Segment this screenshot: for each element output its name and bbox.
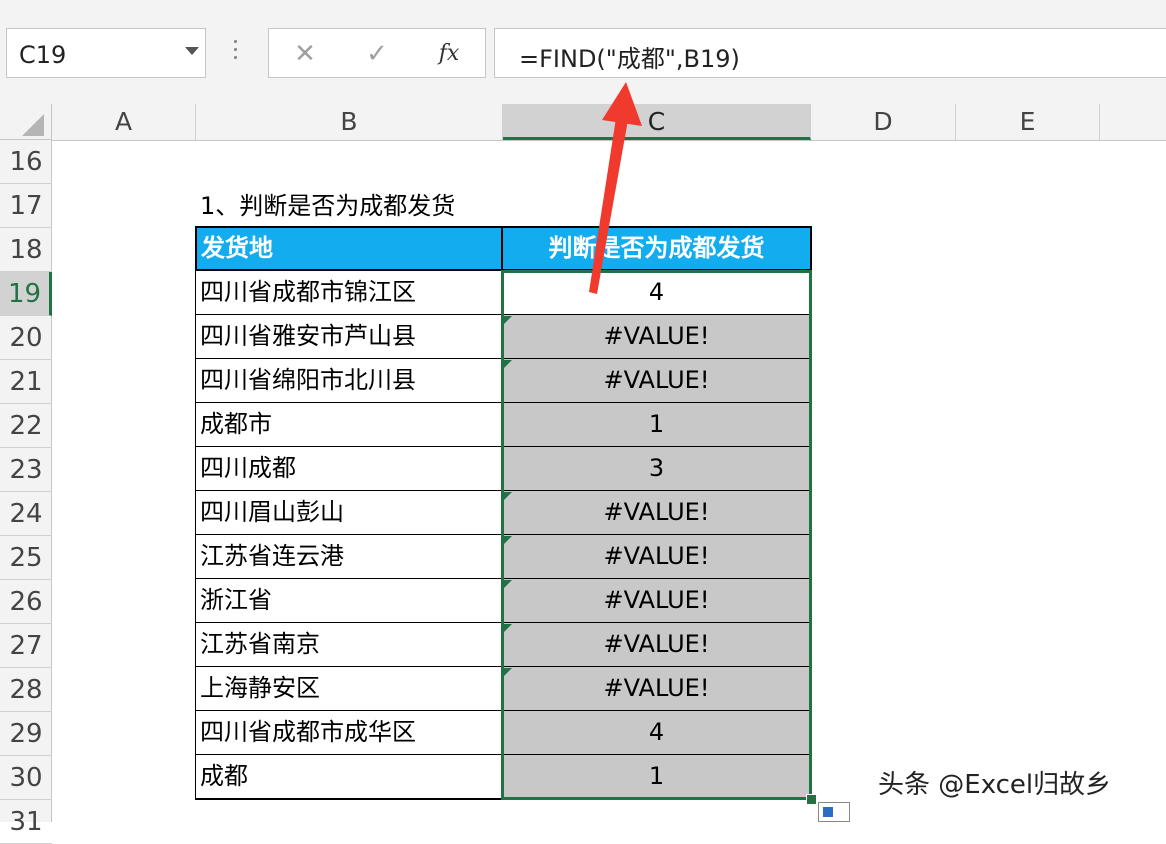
arrow-head [602,82,642,126]
watermark: 头条 @Excel归故乡 [878,770,1112,800]
annotation-arrow [589,82,642,294]
arrow-shaft [589,118,628,294]
